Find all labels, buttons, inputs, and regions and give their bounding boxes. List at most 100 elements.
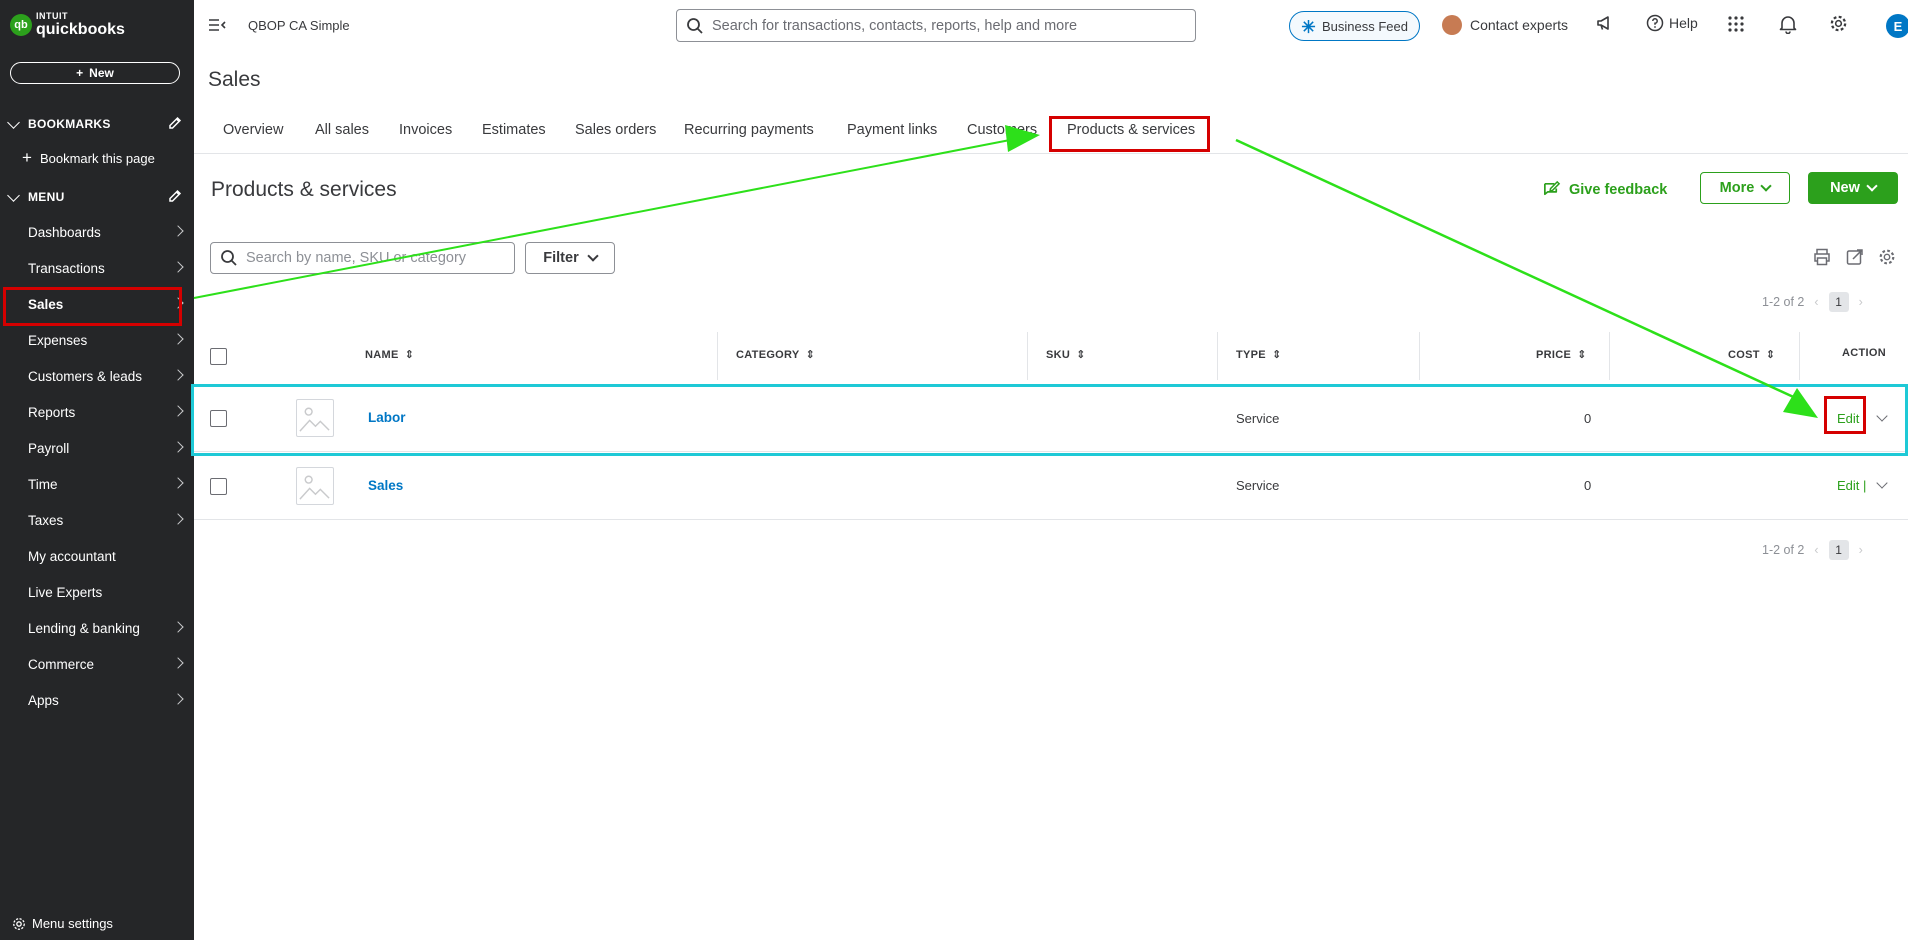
company-name[interactable]: QBOP CA Simple — [248, 18, 350, 33]
tab-all-sales[interactable]: All sales — [315, 122, 369, 138]
chevron-left-icon[interactable]: ‹ — [1814, 543, 1818, 557]
tab-customers[interactable]: Customers — [967, 122, 1037, 138]
chevron-right-icon — [172, 261, 184, 273]
tab-recurring-payments[interactable]: Recurring payments — [684, 122, 814, 138]
help-label: Help — [1669, 15, 1698, 31]
new-product-button[interactable]: New — [1808, 172, 1898, 204]
column-divider — [1419, 332, 1420, 380]
tab-payment-links[interactable]: Payment links — [847, 122, 937, 138]
collapse-menu-icon[interactable] — [208, 18, 226, 37]
export-icon[interactable] — [1846, 248, 1864, 271]
table-row[interactable] — [194, 384, 1908, 452]
row-checkbox[interactable] — [210, 410, 227, 427]
tab-products-services[interactable]: Products & services — [1067, 122, 1195, 138]
tab-overview[interactable]: Overview — [223, 122, 283, 138]
sidebar-item-label: Taxes — [28, 512, 64, 528]
sidebar-item-label: Expenses — [28, 332, 88, 348]
product-search-input[interactable]: Search by name, SKU or category — [210, 242, 515, 274]
sidebar-item-taxes[interactable]: Taxes — [0, 503, 194, 537]
sidebar-item-dashboards[interactable]: Dashboards — [0, 215, 194, 249]
plus-icon: + — [22, 148, 32, 167]
menu-settings[interactable]: Menu settings — [12, 916, 113, 931]
sidebar-item-payroll[interactable]: Payroll — [0, 431, 194, 465]
sidebar-item-label: Payroll — [28, 440, 70, 456]
menu-label: MENU — [28, 190, 65, 204]
give-feedback-link[interactable]: Give feedback — [1542, 180, 1667, 199]
sidebar-item-label: Commerce — [28, 656, 95, 672]
product-price: 0 — [1584, 411, 1592, 426]
chevron-right-icon[interactable]: › — [1859, 543, 1863, 557]
table-settings-gear-icon[interactable] — [1878, 248, 1896, 271]
product-image-placeholder — [296, 399, 334, 437]
help-button[interactable]: Help — [1646, 14, 1698, 32]
pagination-range: 1-2 of 2 — [1762, 543, 1805, 557]
global-search-input[interactable]: Search for transactions, contacts, repor… — [676, 9, 1196, 42]
column-divider — [1609, 332, 1610, 380]
edit-link[interactable]: Edit | — [1837, 478, 1866, 493]
bookmark-page-label: Bookmark this page — [39, 150, 155, 166]
sidebar-item-live-experts[interactable]: Live Experts — [0, 575, 194, 609]
business-feed-button[interactable]: Business Feed — [1289, 11, 1420, 41]
select-all-checkbox[interactable] — [210, 348, 227, 365]
table-row[interactable] — [194, 452, 1908, 520]
product-name-link[interactable]: Sales — [368, 478, 403, 493]
quickbooks-logo[interactable]: qb INTUIT quickbooks — [10, 12, 125, 38]
chevron-left-icon[interactable]: ‹ — [1814, 295, 1818, 309]
print-icon[interactable] — [1813, 248, 1831, 271]
sidebar-item-reports[interactable]: Reports — [0, 395, 194, 429]
pagination-range: 1-2 of 2 — [1762, 295, 1805, 309]
apps-grid-icon[interactable] — [1728, 16, 1744, 37]
tab-invoices[interactable]: Invoices — [399, 122, 452, 138]
sidebar-item-apps[interactable]: Apps — [0, 683, 194, 717]
column-header-category[interactable]: CATEGORY ⇕ — [736, 348, 815, 362]
pagination-top: 1-2 of 2 ‹ 1 › — [1762, 292, 1863, 312]
product-image-placeholder — [296, 467, 334, 505]
sort-icon: ⇕ — [1076, 349, 1086, 361]
sidebar-item-commerce[interactable]: Commerce — [0, 647, 194, 681]
sidebar-item-customers-leads[interactable]: Customers & leads — [0, 359, 194, 393]
chevron-right-icon — [172, 225, 184, 237]
sidebar-item-my-accountant[interactable]: My accountant — [0, 539, 194, 573]
column-header-price[interactable]: PRICE ⇕ — [1536, 348, 1587, 362]
column-header-type[interactable]: TYPE ⇕ — [1236, 348, 1281, 362]
pencil-icon[interactable] — [167, 188, 183, 207]
sidebar-item-sales[interactable]: Sales — [0, 287, 194, 321]
bookmark-this-page[interactable]: + Bookmark this page — [22, 148, 155, 168]
sidebar-item-label: Time — [28, 476, 58, 492]
chevron-right-icon[interactable]: › — [1859, 295, 1863, 309]
menu-section[interactable]: MENU — [0, 185, 194, 209]
column-header-name[interactable]: NAME ⇕ — [365, 348, 414, 362]
sidebar-item-lending-banking[interactable]: Lending & banking — [0, 611, 194, 645]
user-avatar[interactable]: E — [1886, 14, 1908, 38]
column-header-action: ACTION — [1842, 347, 1886, 359]
help-icon — [1646, 14, 1664, 32]
filter-button[interactable]: Filter — [525, 242, 615, 274]
sidebar-item-expenses[interactable]: Expenses — [0, 323, 194, 357]
sidebar-item-label: Reports — [28, 404, 76, 420]
megaphone-icon[interactable] — [1596, 14, 1614, 37]
row-checkbox[interactable] — [210, 478, 227, 495]
sidebar-new-label: New — [89, 66, 114, 80]
page-number[interactable]: 1 — [1828, 540, 1849, 560]
bookmarks-section[interactable]: BOOKMARKS — [0, 112, 194, 136]
settings-gear-icon[interactable] — [1829, 14, 1848, 38]
chevron-right-icon — [172, 477, 184, 489]
column-header-sku[interactable]: SKU ⇕ — [1046, 348, 1086, 362]
tab-sales-orders[interactable]: Sales orders — [575, 122, 656, 138]
more-button[interactable]: More — [1700, 172, 1790, 204]
pencil-icon[interactable] — [167, 115, 183, 134]
column-header-cost[interactable]: COST ⇕ — [1728, 348, 1775, 362]
contact-experts-button[interactable]: Contact experts — [1442, 15, 1568, 35]
sidebar-item-label: Lending & banking — [28, 620, 140, 636]
product-name-link[interactable]: Labor — [368, 410, 406, 425]
edit-link[interactable]: Edit — [1837, 411, 1859, 426]
sidebar-new-button[interactable]: + New — [10, 62, 180, 84]
feedback-icon — [1543, 180, 1561, 196]
sidebar-item-time[interactable]: Time — [0, 467, 194, 501]
sidebar-item-transactions[interactable]: Transactions — [0, 251, 194, 285]
tab-estimates[interactable]: Estimates — [482, 122, 546, 138]
page-number[interactable]: 1 — [1828, 292, 1849, 312]
chevron-right-icon — [172, 693, 184, 705]
column-divider — [1217, 332, 1218, 380]
bell-icon[interactable] — [1779, 14, 1797, 39]
